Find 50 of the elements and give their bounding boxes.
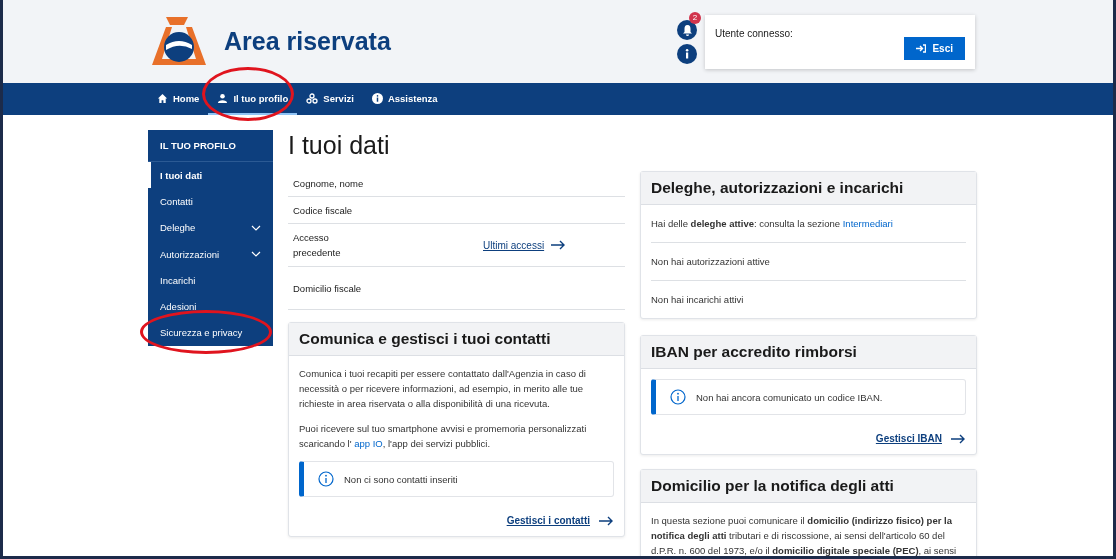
info-icon (371, 92, 383, 104)
user-label: Utente connesso: (715, 27, 793, 39)
info-notice: Non hai ancora comunicato un codice IBAN. (651, 379, 966, 415)
people-icon (306, 92, 319, 104)
arrow-right-icon (550, 240, 567, 250)
sidebar-item[interactable]: Autorizzazioni (148, 240, 273, 268)
manage-link[interactable]: Gestisci i contatti (506, 515, 614, 526)
status-text: Non hai autorizzazioni attive (651, 243, 966, 281)
home-icon (157, 92, 168, 104)
field-label: Domicilio fiscale (293, 281, 363, 296)
description-text: Comunica i tuoi recapiti per essere contattato dall'Agenzia in caso di necessità o per ricevere informazioni, ad esempio, in merito alle tue richieste in area riservata o alla disponibilità di una ricevuta. (299, 367, 587, 411)
field-label: Accesso precedente (293, 231, 342, 260)
status-text: Hai delle deleghe attive: consulta la sezione Intermediari (651, 205, 966, 243)
info-notice: Non ci sono contatti inseriti (299, 461, 614, 497)
notification-badge: 2 (689, 11, 701, 24)
field-label: Cognome, nome (293, 176, 365, 191)
manage-link[interactable]: Gestisci IBAN (875, 433, 966, 444)
info-icon[interactable] (677, 43, 697, 64)
info-icon (318, 471, 334, 487)
status-text: Non hai incarichi attivi (651, 293, 745, 307)
text-link[interactable]: Intermediari (842, 218, 893, 229)
description-text: Puoi ricevere sul tuo smartphone avvisi e promemoria personalizzati scaricando l' app IO, l'app dei servizi pubblici. (299, 422, 588, 451)
sidebar-item[interactable]: Sicurezza e privacy (148, 319, 273, 347)
card-title: Deleghe, autorizzazioni e incarichi (641, 172, 976, 205)
description-text: In questa sezione puoi comunicare il domicilio (indirizzo fisico) per la notifica degli atti tributari e di riscossione, ai sensi dell'articolo 60 del d.P.R. n. 600 del 1973, e/o il domicilio digitale speciale (PEC), ai sensi (651, 514, 958, 556)
sidebar-item[interactable]: Deleghe (148, 214, 273, 241)
arrow-right-icon (598, 515, 614, 526)
bell-icon[interactable] (677, 19, 697, 40)
nav-tab[interactable]: Il tuo profilo (208, 83, 298, 115)
card-title: Domicilio per la notifica degli atti (641, 470, 976, 503)
user-icon (217, 92, 229, 104)
field-label: Codice fiscale (293, 203, 354, 218)
nav-tab[interactable]: Servizi (297, 83, 363, 115)
sidebar-item[interactable]: Adesioni (148, 293, 273, 320)
arrow-right-icon (950, 433, 966, 444)
text-link[interactable]: app IO (354, 438, 383, 449)
sidebar-title: IL TUO PROFILO (148, 130, 273, 162)
nav-tab[interactable]: Home (148, 83, 209, 115)
sidebar-item[interactable]: I tuoi dati (148, 162, 273, 189)
page-heading: I tuoi dati (288, 130, 391, 160)
last-access-link[interactable]: Ultimi accessi (483, 239, 567, 251)
sidebar-item[interactable]: Incarichi (148, 267, 273, 294)
page-title: Area riservata (224, 27, 391, 56)
logout-icon (916, 43, 927, 53)
sidebar-item[interactable]: Contatti (148, 188, 273, 215)
info-icon (670, 389, 686, 405)
logout-button[interactable]: Esci (904, 36, 965, 60)
nav-tab[interactable]: Assistenza (362, 83, 447, 115)
card-title: IBAN per accredito rimborsi (641, 336, 976, 369)
card-title: Comunica e gestisci i tuoi contatti (289, 323, 624, 356)
